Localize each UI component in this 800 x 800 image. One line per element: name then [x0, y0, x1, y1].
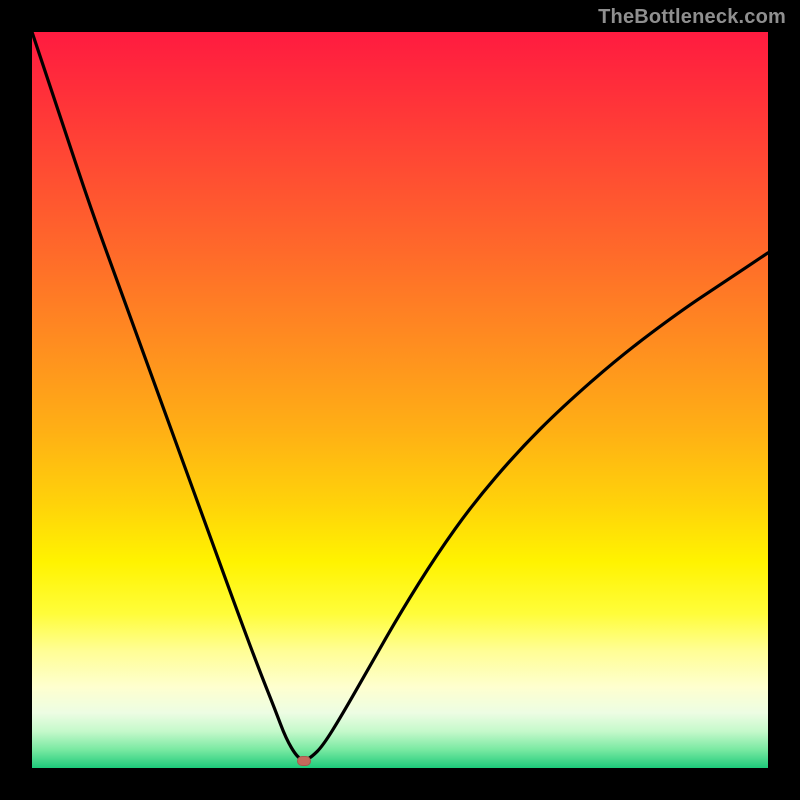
chart-frame: TheBottleneck.com [0, 0, 800, 800]
watermark-text: TheBottleneck.com [598, 6, 786, 29]
optimal-marker [297, 756, 311, 766]
bottleneck-curve [32, 32, 768, 768]
plot-area [32, 32, 768, 768]
